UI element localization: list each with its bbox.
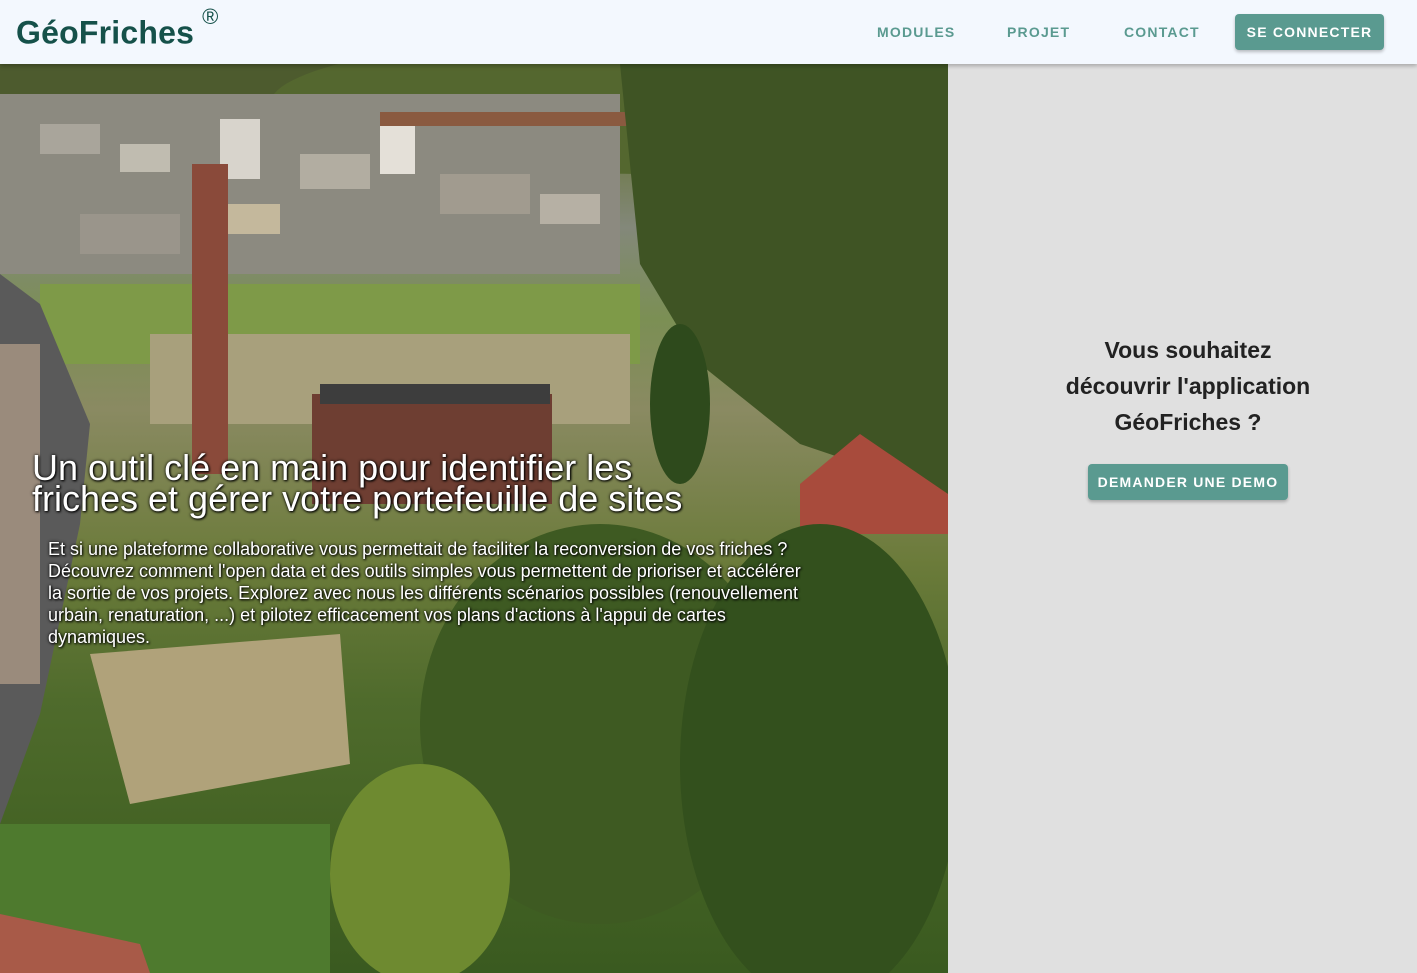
hero-description-line: urbain, renaturation, ...) et pilotez ef… — [48, 605, 726, 625]
hero-title: Un outil clé en main pour identifier les… — [32, 450, 932, 519]
nav-modules-link[interactable]: MODULES — [877, 24, 955, 40]
hero-description-line: Découvrez comment l'open data et des out… — [48, 561, 801, 581]
demo-title-line: GéoFriches ? — [1114, 409, 1262, 435]
demo-panel-title: Vous souhaitez découvrir l'application G… — [1008, 332, 1368, 440]
hero-description-line: dynamiques. — [48, 627, 151, 647]
login-button[interactable]: SE CONNECTER — [1235, 14, 1384, 50]
nav-projet-link[interactable]: PROJET — [1007, 24, 1070, 40]
hero-description-line: la sortie de vos projets. Explorez avec … — [48, 583, 799, 603]
demo-title-line: découvrir l'application — [1065, 373, 1311, 399]
brand-logo[interactable]: GéoFriches ® — [16, 4, 218, 52]
brand-name: GéoFriches — [16, 14, 195, 51]
hero-section: Un outil clé en main pour identifier les… — [0, 64, 948, 973]
demo-panel: Vous souhaitez découvrir l'application G… — [948, 64, 1417, 973]
top-navbar: GéoFriches ® MODULES PROJET CONTACT SE CO… — [0, 0, 1417, 64]
hero-description-line: Et si une plateforme collaborative vous … — [48, 539, 788, 559]
hero-title-line-2: friches et gérer votre portefeuille de s… — [32, 478, 683, 519]
request-demo-button[interactable]: DEMANDER UNE DEMO — [1088, 464, 1288, 500]
nav-contact-link[interactable]: CONTACT — [1124, 24, 1200, 40]
hero-description: Et si une plateforme collaborative vous … — [48, 538, 928, 648]
registered-mark: ® — [202, 4, 219, 29]
demo-title-line: Vous souhaitez — [1104, 337, 1272, 363]
